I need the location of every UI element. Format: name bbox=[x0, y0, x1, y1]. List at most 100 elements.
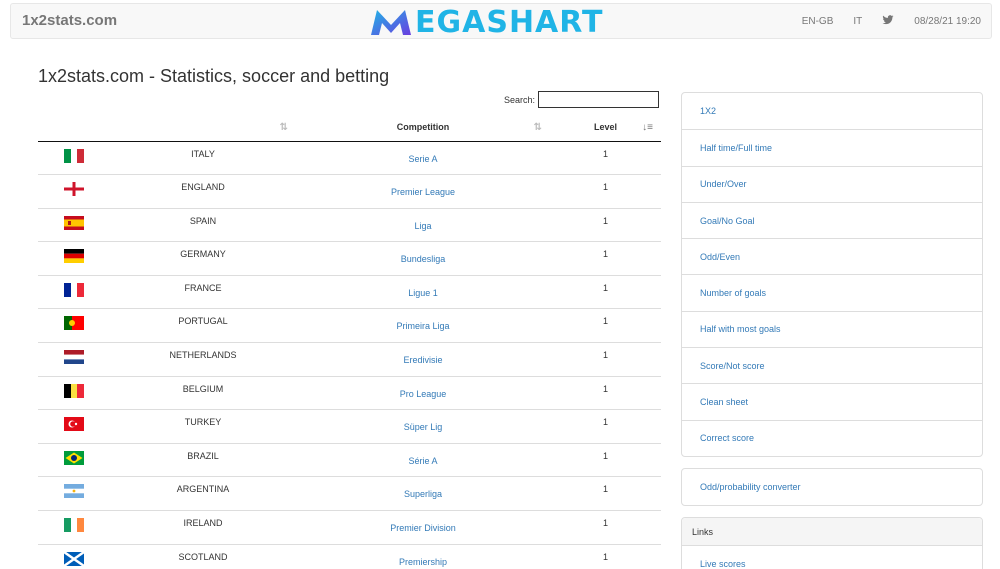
competition-cell: Bundesliga bbox=[296, 241, 550, 276]
country-cell: IRELAND bbox=[110, 510, 296, 545]
flag-cell bbox=[38, 442, 110, 477]
level-cell: 1 bbox=[550, 207, 661, 242]
level-cell: 1 bbox=[550, 510, 661, 545]
brand-link[interactable]: 1x2stats.com bbox=[22, 12, 117, 29]
country-cell: GERMANY bbox=[110, 241, 296, 276]
market-link[interactable]: 1X2 bbox=[682, 93, 982, 129]
ireland-flag-icon bbox=[64, 518, 84, 533]
logo-m-icon bbox=[371, 10, 411, 35]
country-cell: SCOTLAND bbox=[110, 543, 296, 569]
converter-panel: Odd/probability converter bbox=[681, 468, 983, 507]
table-row: SPAIN Liga 1 bbox=[38, 207, 661, 242]
table-row: ITALY Serie A 1 bbox=[38, 140, 661, 175]
table-row: IRELAND Premier Division 1 bbox=[38, 510, 661, 545]
competition-link[interactable]: Premiership bbox=[399, 557, 447, 567]
competition-cell: Serie A bbox=[296, 140, 550, 175]
sort-icon[interactable]: ⇅ bbox=[534, 122, 542, 133]
sort-desc-icon[interactable]: ↓≡ bbox=[642, 122, 653, 133]
market-link[interactable]: Half with most goals bbox=[682, 310, 982, 347]
megashart-logo[interactable]: EGASHART bbox=[369, 5, 603, 40]
competition-cell: Ligue 1 bbox=[296, 274, 550, 309]
market-link[interactable]: Correct score bbox=[682, 419, 982, 456]
country-cell: TURKEY bbox=[110, 409, 296, 444]
datetime-display: 08/28/21 19:20 bbox=[914, 15, 981, 27]
converter-link[interactable]: Odd/probability converter bbox=[682, 469, 982, 505]
search-input[interactable] bbox=[538, 91, 660, 108]
level-cell: 1 bbox=[550, 308, 661, 343]
level-cell: 1 bbox=[550, 409, 661, 444]
market-link[interactable]: Score/Not score bbox=[682, 347, 982, 383]
table-row: NETHERLANDS Eredivisie 1 bbox=[38, 342, 661, 377]
competition-link[interactable]: Liga bbox=[414, 221, 431, 231]
flag-cell bbox=[38, 174, 110, 209]
country-cell: PORTUGAL bbox=[110, 308, 296, 343]
language-alt-link[interactable]: IT bbox=[853, 16, 862, 27]
level-cell: 1 bbox=[550, 375, 661, 410]
links-panel: Links Live scores bbox=[681, 517, 983, 569]
competition-link[interactable]: Premier Division bbox=[390, 523, 456, 533]
competition-cell: Premier Division bbox=[296, 510, 550, 545]
germany-flag-icon bbox=[64, 249, 84, 264]
portugal-flag-icon bbox=[64, 316, 84, 331]
competition-cell: Liga bbox=[296, 207, 550, 242]
spain-flag-icon bbox=[64, 215, 84, 230]
sidebar-link[interactable]: Live scores bbox=[682, 546, 982, 569]
sort-icon[interactable]: ⇅ bbox=[280, 122, 288, 133]
language-selector[interactable]: EN-GB bbox=[802, 16, 834, 27]
table-row: SCOTLAND Premiership 1 bbox=[38, 543, 661, 569]
competition-cell: Série A bbox=[296, 442, 550, 477]
flag-cell bbox=[38, 308, 110, 343]
table-row: BRAZIL Série A 1 bbox=[38, 442, 661, 477]
competition-cell: Superliga bbox=[296, 476, 550, 511]
flag-cell bbox=[38, 375, 110, 410]
level-cell: 1 bbox=[550, 476, 661, 511]
belgium-flag-icon bbox=[64, 383, 84, 398]
flag-cell bbox=[38, 207, 110, 242]
competition-link[interactable]: Premier League bbox=[391, 187, 455, 197]
competition-cell: Premier League bbox=[296, 174, 550, 209]
competition-link[interactable]: Pro League bbox=[400, 389, 447, 399]
competition-cell: Premiership bbox=[296, 543, 550, 569]
scotland-flag-icon bbox=[64, 551, 84, 566]
competition-link[interactable]: Série A bbox=[408, 456, 437, 466]
competitions-table: ⇅ Competition ⇅ Level ↓≡ ITALY Serie A 1 ENGL… bbox=[38, 113, 661, 569]
netherlands-flag-icon bbox=[64, 350, 84, 365]
competition-cell: Eredivisie bbox=[296, 342, 550, 377]
table-row: BELGIUM Pro League 1 bbox=[38, 375, 661, 410]
header-country[interactable]: ⇅ bbox=[110, 113, 296, 142]
flag-cell bbox=[38, 241, 110, 276]
level-cell: 1 bbox=[550, 342, 661, 377]
country-cell: ARGENTINA bbox=[110, 476, 296, 511]
navbar-right: EN-GB IT 08/28/21 19:20 bbox=[782, 4, 981, 38]
header-level[interactable]: Level ↓≡ bbox=[550, 113, 661, 142]
market-link[interactable]: Number of goals bbox=[682, 274, 982, 310]
market-link[interactable]: Clean sheet bbox=[682, 383, 982, 419]
market-link[interactable]: Half time/Full time bbox=[682, 129, 982, 165]
competition-link[interactable]: Eredivisie bbox=[403, 355, 442, 365]
flag-cell bbox=[38, 510, 110, 545]
flag-cell bbox=[38, 140, 110, 175]
table-row: ARGENTINA Superliga 1 bbox=[38, 476, 661, 511]
competition-link[interactable]: Serie A bbox=[408, 154, 437, 164]
level-cell: 1 bbox=[550, 543, 661, 569]
competition-link[interactable]: Süper Lig bbox=[404, 422, 443, 432]
competition-cell: Süper Lig bbox=[296, 409, 550, 444]
table-row: TURKEY Süper Lig 1 bbox=[38, 409, 661, 444]
market-link[interactable]: Odd/Even bbox=[682, 238, 982, 274]
competition-link[interactable]: Ligue 1 bbox=[408, 288, 438, 298]
table-row: ENGLAND Premier League 1 bbox=[38, 174, 661, 209]
country-cell: SPAIN bbox=[110, 207, 296, 242]
turkey-flag-icon bbox=[64, 417, 84, 432]
header-competition[interactable]: Competition ⇅ bbox=[296, 113, 550, 142]
flag-cell bbox=[38, 409, 110, 444]
italy-flag-icon bbox=[64, 148, 84, 163]
competition-link[interactable]: Bundesliga bbox=[401, 254, 446, 264]
level-cell: 1 bbox=[550, 274, 661, 309]
competition-link[interactable]: Superliga bbox=[404, 489, 442, 499]
france-flag-icon bbox=[64, 282, 84, 297]
twitter-icon[interactable] bbox=[882, 14, 894, 29]
market-link[interactable]: Under/Over bbox=[682, 165, 982, 202]
competition-link[interactable]: Primeira Liga bbox=[396, 321, 449, 331]
country-cell: ITALY bbox=[110, 140, 296, 175]
market-link[interactable]: Goal/No Goal bbox=[682, 201, 982, 238]
